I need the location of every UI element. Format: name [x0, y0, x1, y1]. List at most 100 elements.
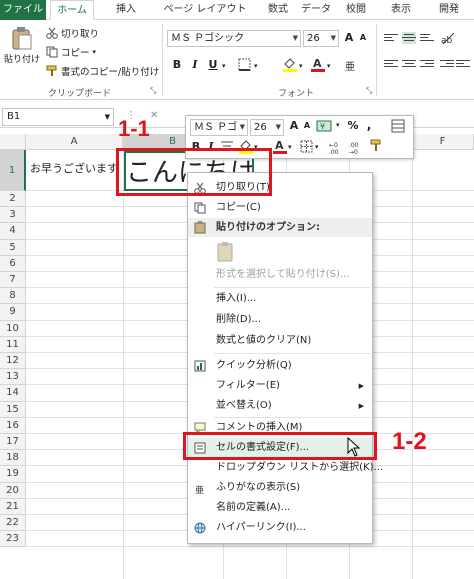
row-header[interactable]: 5: [0, 239, 26, 256]
cell-a1[interactable]: お早うございます: [30, 160, 118, 176]
row-header[interactable]: 4: [0, 223, 26, 240]
mini-font-name-combo[interactable]: ＭＳ Ｐゴ ▼: [190, 119, 248, 136]
row-header[interactable]: 7: [0, 272, 26, 289]
percent-style-button[interactable]: %: [346, 119, 360, 132]
increase-decimal-icon[interactable]: ←0.00: [328, 139, 346, 155]
row-header[interactable]: 14: [0, 385, 26, 402]
font-color-icon[interactable]: A: [272, 138, 288, 154]
align-top-icon[interactable]: [384, 32, 398, 44]
italic-button[interactable]: I: [188, 58, 202, 71]
annotation-highlight-cell: [116, 148, 272, 196]
row-header[interactable]: 3: [0, 207, 26, 224]
chevron-down-icon[interactable]: ▾: [315, 143, 319, 151]
menu-item-sort[interactable]: 並べ替え(O) ▶: [188, 396, 372, 416]
increase-indent-icon[interactable]: [456, 58, 470, 70]
clipboard-icon: [12, 27, 32, 50]
font-size-combo[interactable]: 26 ▼: [303, 30, 339, 47]
name-box[interactable]: B1 ▼: [2, 108, 114, 126]
chevron-down-icon[interactable]: ▾: [299, 62, 303, 70]
menu-item-define-name[interactable]: 名前の定義(A)...: [188, 498, 372, 518]
row-header[interactable]: 10: [0, 320, 26, 337]
tab-file[interactable]: ファイル: [0, 0, 46, 20]
menu-item-quick-analysis[interactable]: クイック分析(Q): [188, 356, 372, 376]
tab-insert[interactable]: 挿入: [106, 0, 146, 20]
tab-view[interactable]: 表示: [378, 0, 424, 20]
font-name-combo[interactable]: ＭＳ Ｐゴシック ▼: [167, 30, 301, 47]
orientation-icon[interactable]: ab: [440, 30, 456, 46]
row-header[interactable]: 2: [0, 191, 26, 208]
row-header[interactable]: 23: [0, 531, 26, 548]
tab-home[interactable]: ホーム: [50, 0, 94, 20]
fill-color-icon[interactable]: [282, 56, 298, 72]
menu-item-hyperlink[interactable]: ハイパーリンク(I)...: [188, 518, 372, 538]
tab-data[interactable]: データ: [296, 0, 336, 20]
menu-item-phonetic[interactable]: 亜 ふりがなの表示(S): [188, 478, 372, 498]
border-icon[interactable]: [238, 58, 252, 72]
decrease-decimal-icon[interactable]: .00→0: [348, 139, 366, 155]
cut-button[interactable]: 切り取り: [46, 26, 99, 40]
menu-item-dropdown-list[interactable]: ドロップダウン リストから選択(K)...: [188, 458, 383, 478]
align-middle-icon[interactable]: [402, 32, 416, 44]
border-icon[interactable]: [300, 140, 314, 154]
underline-button[interactable]: U: [206, 58, 220, 71]
row-header[interactable]: 17: [0, 434, 26, 451]
phonetic-guide-icon[interactable]: 亜: [344, 58, 358, 72]
tab-developer[interactable]: 開発: [426, 0, 472, 20]
decrease-indent-icon[interactable]: [440, 58, 454, 70]
menu-item-insert[interactable]: 挿入(I)...: [188, 289, 372, 309]
row-header[interactable]: 18: [0, 450, 26, 467]
row-header[interactable]: 11: [0, 336, 26, 353]
row-header[interactable]: 6: [0, 255, 26, 272]
row-header[interactable]: 21: [0, 498, 26, 515]
chevron-down-icon[interactable]: ▾: [336, 121, 340, 129]
dialog-launcher-icon[interactable]: ⤡: [150, 86, 156, 96]
format-painter-button[interactable]: 書式のコピー/貼り付け: [46, 64, 159, 78]
menu-item-delete[interactable]: 削除(D)...: [188, 310, 372, 330]
shrink-font-button[interactable]: A: [356, 33, 370, 42]
cancel-icon[interactable]: ✕: [150, 110, 158, 121]
row-header[interactable]: 20: [0, 482, 26, 499]
mini-grow-font-button[interactable]: A: [287, 119, 301, 132]
row-header[interactable]: 12: [0, 353, 26, 370]
row-header[interactable]: 9: [0, 304, 26, 321]
paste-option-icon[interactable]: [216, 241, 236, 263]
align-center-icon[interactable]: [402, 58, 416, 70]
row-header[interactable]: 1: [0, 150, 26, 191]
menu-item-label: 削除(D)...: [216, 314, 262, 325]
row-header[interactable]: 15: [0, 401, 26, 418]
menu-item-clear[interactable]: 数式と値のクリア(N): [188, 331, 372, 351]
menu-item-filter[interactable]: フィルター(E) ▶: [188, 376, 372, 396]
row-header[interactable]: 8: [0, 288, 26, 305]
chevron-down-icon[interactable]: ▾: [288, 143, 292, 151]
menu-item-copy[interactable]: コピー(C): [188, 198, 372, 218]
paste-button[interactable]: 貼り付け: [4, 26, 40, 65]
align-left-icon[interactable]: [384, 58, 398, 70]
mini-shrink-font-button[interactable]: A: [300, 121, 314, 130]
format-table-icon[interactable]: [391, 119, 405, 133]
select-all-corner[interactable]: [0, 134, 26, 150]
row-header[interactable]: 13: [0, 369, 26, 386]
row-header[interactable]: 19: [0, 466, 26, 483]
mini-font-size-combo[interactable]: 26 ▼: [250, 119, 284, 136]
tab-formulas[interactable]: 数式: [258, 0, 298, 20]
paintbrush-icon[interactable]: [370, 139, 384, 153]
currency-format-icon[interactable]: ¥: [316, 119, 338, 133]
comma-style-button[interactable]: ,: [362, 118, 376, 132]
grow-font-button[interactable]: A: [342, 31, 356, 44]
bold-button[interactable]: B: [170, 58, 184, 71]
align-bottom-icon[interactable]: [420, 32, 434, 44]
tab-page-layout[interactable]: ページ レイアウト: [152, 0, 258, 20]
row-header[interactable]: 16: [0, 417, 26, 434]
chevron-down-icon[interactable]: ▾: [222, 62, 226, 70]
column-header-f[interactable]: F: [412, 134, 474, 150]
chevron-down-icon[interactable]: ▾: [254, 62, 258, 70]
copy-button[interactable]: コピー ▾: [46, 45, 96, 59]
font-color-icon[interactable]: A: [310, 56, 326, 72]
dialog-launcher-icon[interactable]: ⤡: [366, 86, 372, 96]
align-right-icon[interactable]: [420, 58, 434, 70]
row-header[interactable]: 22: [0, 515, 26, 532]
column-header-a[interactable]: A: [26, 134, 123, 150]
chevron-down-icon[interactable]: ▼: [105, 109, 110, 125]
chevron-down-icon[interactable]: ▾: [327, 62, 331, 70]
tab-review[interactable]: 校閲: [336, 0, 376, 20]
